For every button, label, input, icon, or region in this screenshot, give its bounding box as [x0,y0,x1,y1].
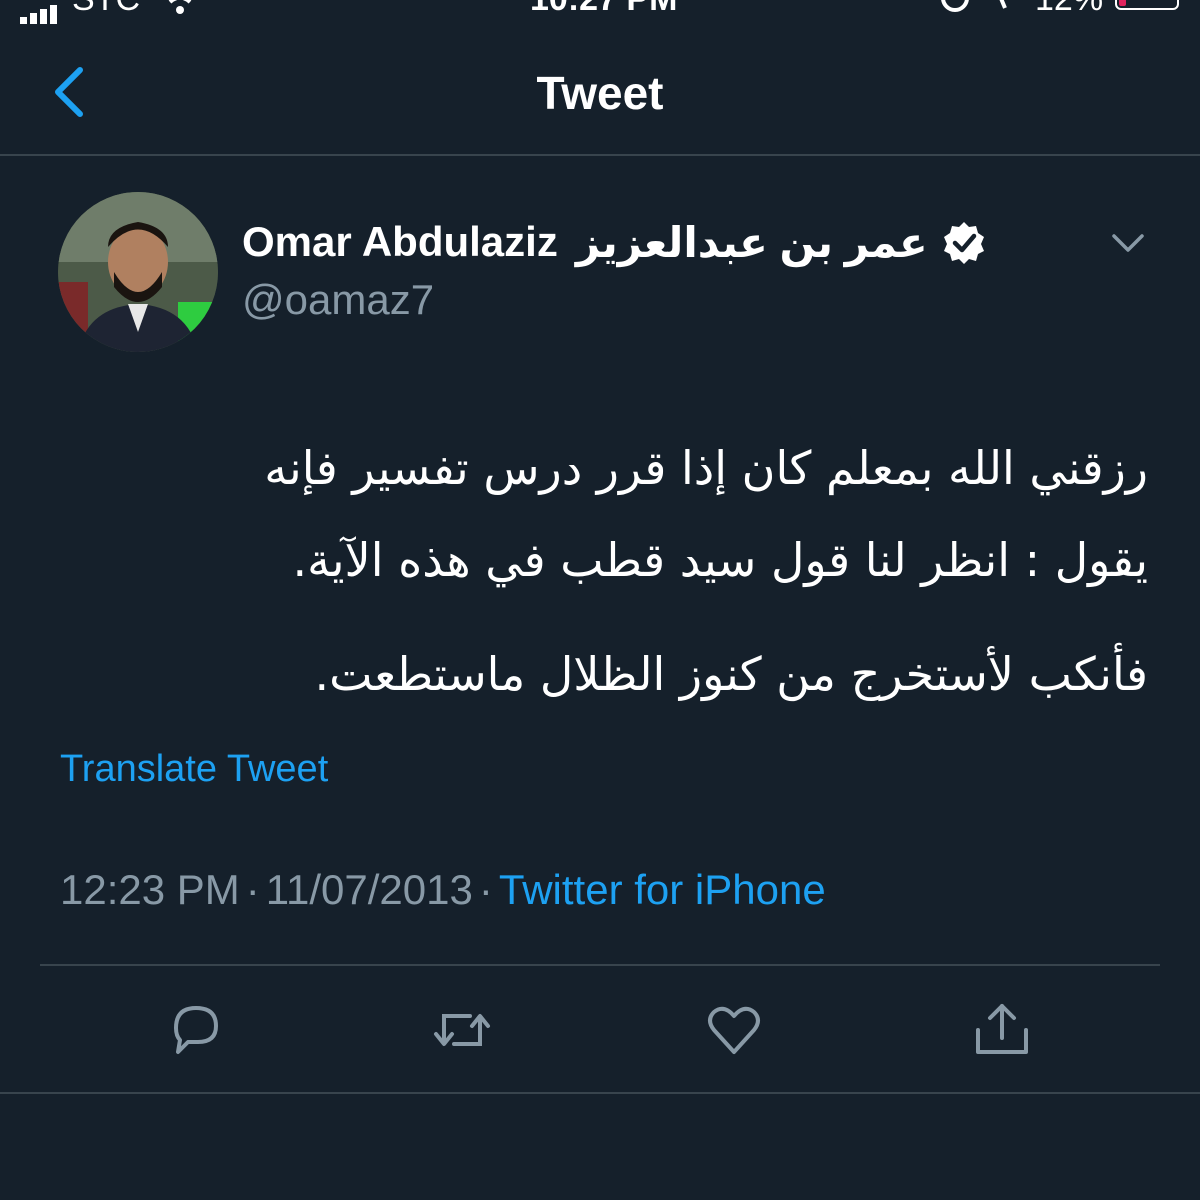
share-button[interactable] [970,998,1034,1062]
replies-area [0,1092,1200,1200]
share-icon [976,1004,1028,1054]
like-icon [708,1006,760,1054]
page-title: Tweet [536,67,664,119]
battery-percentage: 12% [1035,0,1103,19]
tweet-date: 11/07/2013 [265,866,473,913]
battery-icon [1115,0,1179,10]
wifi-icon [168,0,192,14]
separator-dot: · [478,866,493,913]
carrier-name: STC [72,0,140,19]
navigation-bar: Tweet [0,24,1200,156]
status-bar: STC 10:27 PM 12% [0,0,1200,24]
tweet-detail: Omar Abdulaziz عمر بن عبدالعزيز @oamaz7 … [0,158,1200,1090]
verified-badge-icon [943,222,984,264]
tweet-actions-bar [0,988,1200,1068]
cellular-signal-icon [20,0,60,24]
retweet-icon [434,1014,490,1046]
tweet-text: رزقني الله بمعلم كان إذا قرر درس تفسير ف… [60,422,1148,720]
translate-tweet-link[interactable]: Translate Tweet [60,748,328,791]
separator-dot: · [245,866,260,913]
avatar-photo [58,192,218,352]
display-name-english: Omar Abdulaziz [242,218,558,265]
tweet-text-line: رزقني الله بمعلم كان إذا قرر درس تفسير ف… [264,441,1148,495]
reply-icon [174,1006,218,1054]
chevron-down-icon [1112,234,1144,252]
tweet-text-line: فأنكب لأستخرج من كنوز الظلال ماستطعت. [314,647,1148,701]
battery-level-fill [1119,0,1126,6]
avatar[interactable] [58,192,218,352]
tweet-options-button[interactable] [1108,228,1148,258]
status-clock: 10:27 PM [530,0,677,19]
user-handle[interactable]: @oamaz7 [242,276,434,324]
divider [40,964,1160,966]
display-name[interactable]: Omar Abdulaziz عمر بن عبدالعزيز [242,216,986,268]
like-button[interactable] [702,998,766,1062]
tweet-source-link[interactable]: Twitter for iPhone [499,866,826,913]
tweet-metadata: 12:23 PM · 11/07/2013 · Twitter for iPhone [60,866,826,914]
reply-button[interactable] [162,998,226,1062]
tweet-text-line: يقول : انظر لنا قول سيد قطب في هذه الآية… [292,533,1148,587]
display-name-arabic: عمر بن عبدالعزيز [575,218,928,266]
orientation-lock-icon [941,0,1007,12]
tweet-time: 12:23 PM [60,866,240,913]
retweet-button[interactable] [430,998,494,1062]
